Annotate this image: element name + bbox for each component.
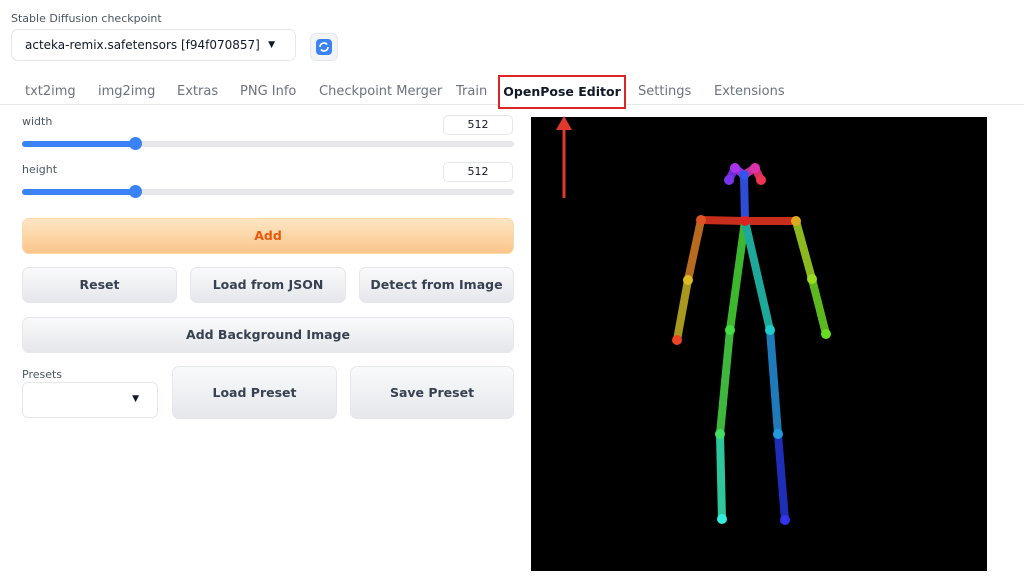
tab-train[interactable]: Train <box>456 84 487 99</box>
torso-line-left <box>726 217 749 334</box>
refresh-button[interactable] <box>310 33 338 61</box>
chevron-down-icon: ▼ <box>268 40 275 50</box>
height-slider-fill <box>22 189 136 195</box>
shin-right <box>774 430 789 524</box>
save-preset-button[interactable]: Save Preset <box>350 366 514 419</box>
forearm-left <box>673 276 692 344</box>
joint-eye-right <box>750 163 760 173</box>
add-button[interactable]: Add <box>22 218 514 254</box>
checkpoint-select[interactable]: acteka-remix.safetensors [f94f070857] ▼ <box>11 29 296 61</box>
openpose-canvas[interactable] <box>531 117 987 571</box>
joint-hip-right <box>765 325 775 335</box>
joint-wrist-right <box>821 329 831 339</box>
width-slider-fill <box>22 141 136 147</box>
upper-arm-right <box>792 217 816 283</box>
annotation-arrow-icon <box>556 116 572 198</box>
forearm-right <box>808 275 830 338</box>
width-slider-thumb[interactable] <box>129 137 143 150</box>
joint-eye-left <box>730 163 740 173</box>
joint-hip-left <box>725 325 735 335</box>
joint-knee-right <box>773 429 783 439</box>
joint-wrist-left <box>672 335 682 345</box>
tab-openpose-editor[interactable]: OpenPose Editor <box>498 75 626 109</box>
joint-elbow-left <box>683 275 693 285</box>
refresh-icon <box>316 39 332 55</box>
tab-img2img[interactable]: img2img <box>98 84 155 99</box>
width-input[interactable]: 512 <box>443 115 513 135</box>
tab-png-info[interactable]: PNG Info <box>240 84 296 99</box>
thigh-left <box>716 326 734 438</box>
presets-select[interactable]: ▼ <box>22 382 158 418</box>
pose-skeleton <box>672 163 831 525</box>
upper-arm-left <box>684 216 705 284</box>
add-background-image-button[interactable]: Add Background Image <box>22 317 514 353</box>
load-preset-button[interactable]: Load Preset <box>172 366 337 419</box>
joint-nose <box>739 170 749 180</box>
joint-ear-left <box>724 175 734 185</box>
checkpoint-value: acteka-remix.safetensors [f94f070857] <box>25 38 260 52</box>
height-slider-thumb[interactable] <box>129 185 143 198</box>
checkpoint-label: Stable Diffusion checkpoint <box>11 12 162 25</box>
tab-txt2img[interactable]: txt2img <box>25 84 76 99</box>
joint-knee-left <box>715 429 725 439</box>
height-slider[interactable] <box>22 185 514 198</box>
thigh-right <box>766 326 782 438</box>
detect-from-image-button[interactable]: Detect from Image <box>359 267 514 303</box>
tab-extras[interactable]: Extras <box>177 84 218 99</box>
height-label: height <box>22 163 58 176</box>
joint-shoulder-right <box>791 216 801 226</box>
joint-ankle-right <box>780 515 790 525</box>
chevron-down-icon: ▼ <box>132 394 139 404</box>
joint-elbow-right <box>807 274 817 284</box>
load-from-json-button[interactable]: Load from JSON <box>190 267 346 303</box>
joint-ankle-left <box>717 514 727 524</box>
tab-extensions[interactable]: Extensions <box>714 84 785 99</box>
width-label: width <box>22 115 53 128</box>
tab-settings[interactable]: Settings <box>638 84 691 99</box>
width-slider[interactable] <box>22 137 514 150</box>
shoulder-line-left <box>697 216 749 225</box>
presets-label: Presets <box>22 368 63 381</box>
joint-neck <box>740 216 750 226</box>
shin-left <box>716 430 726 523</box>
joint-ear-right <box>756 175 766 185</box>
height-input[interactable]: 512 <box>443 162 513 182</box>
reset-button[interactable]: Reset <box>22 267 177 303</box>
torso-line-right <box>741 217 774 334</box>
tab-checkpoint-merger[interactable]: Checkpoint Merger <box>319 84 442 99</box>
neck-line <box>740 171 749 225</box>
joint-shoulder-left <box>696 215 706 225</box>
